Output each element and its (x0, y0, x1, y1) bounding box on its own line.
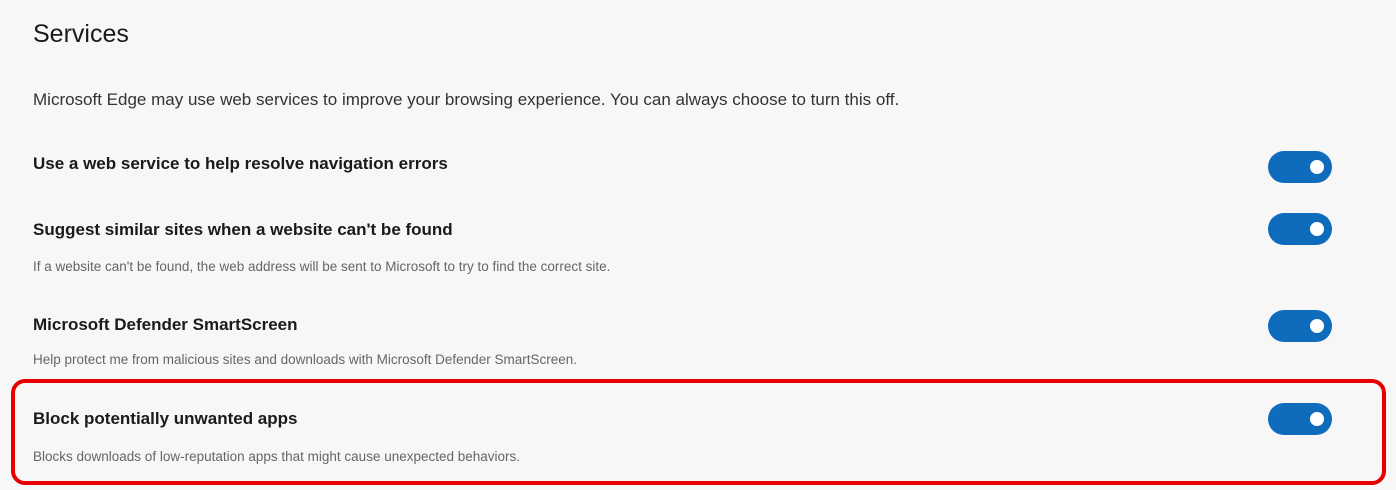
setting-pua-label: Block potentially unwanted apps (33, 409, 298, 428)
toggle-knob (1310, 222, 1324, 236)
toggle-knob (1310, 160, 1324, 174)
services-settings-panel: Services Microsoft Edge may use web serv… (0, 0, 1396, 490)
pua-toggle[interactable] (1268, 403, 1332, 435)
toggle-knob (1310, 412, 1324, 426)
highlight-annotation-box (11, 379, 1386, 485)
setting-navigation-errors-label: Use a web service to help resolve naviga… (33, 154, 448, 173)
setting-similar-sites-description: If a website can't be found, the web add… (33, 259, 611, 274)
smartscreen-toggle[interactable] (1268, 310, 1332, 342)
section-description: Microsoft Edge may use web services to i… (33, 90, 900, 109)
setting-smartscreen-label: Microsoft Defender SmartScreen (33, 315, 298, 334)
navigation-errors-toggle[interactable] (1268, 151, 1332, 183)
setting-smartscreen-description: Help protect me from malicious sites and… (33, 352, 577, 367)
similar-sites-toggle[interactable] (1268, 213, 1332, 245)
toggle-knob (1310, 319, 1324, 333)
setting-pua-description: Blocks downloads of low-reputation apps … (33, 449, 521, 464)
section-title: Services (33, 20, 129, 48)
setting-similar-sites-label: Suggest similar sites when a website can… (33, 220, 453, 239)
